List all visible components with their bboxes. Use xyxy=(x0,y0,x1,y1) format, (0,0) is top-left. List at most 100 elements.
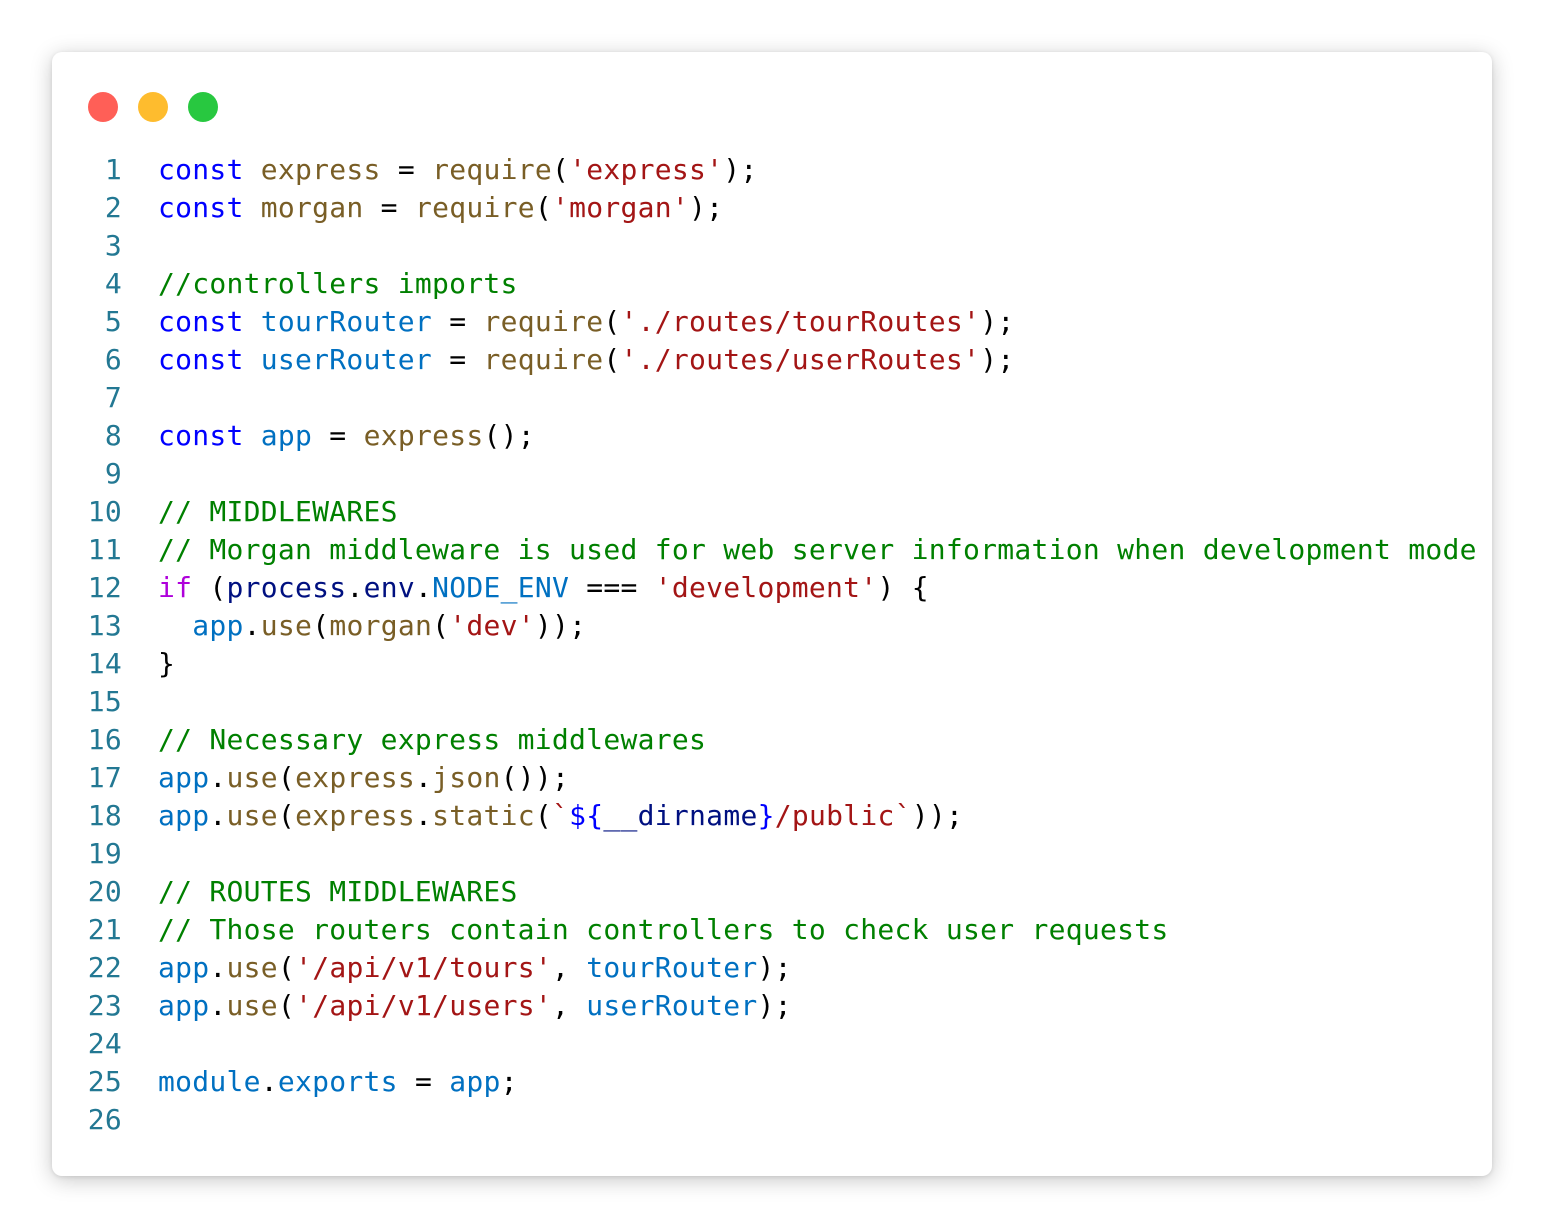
line-content: const app = express(); xyxy=(158,417,535,455)
code-token: use xyxy=(226,951,278,984)
code-token: const xyxy=(158,153,244,186)
code-line: 24 xyxy=(52,1025,1492,1063)
code-token: ( xyxy=(603,305,621,338)
line-content: app.use('/api/v1/tours', tourRouter); xyxy=(158,949,792,987)
code-token: // MIDDLEWARES xyxy=(158,495,398,528)
code-token: // ROUTES MIDDLEWARES xyxy=(158,875,518,908)
line-number: 4 xyxy=(104,267,122,300)
line-content: app.use(express.static(`${__dirname}/pub… xyxy=(158,797,963,835)
line-content: app.use('/api/v1/users', userRouter); xyxy=(158,987,792,1025)
code-token: use xyxy=(226,761,278,794)
code-token: json xyxy=(432,761,501,794)
code-token: , xyxy=(551,989,587,1022)
code-token: ( xyxy=(432,609,450,642)
code-token: } xyxy=(757,799,775,832)
code-token: ( xyxy=(551,153,570,186)
line-number: 13 xyxy=(87,609,122,642)
code-token: use xyxy=(260,609,313,642)
code-token: )); xyxy=(911,799,964,832)
code-token: ); xyxy=(757,989,792,1022)
code-token: // Necessary express middlewares xyxy=(158,723,707,756)
close-button[interactable] xyxy=(88,92,118,122)
line-number: 19 xyxy=(87,837,122,870)
code-token: use xyxy=(226,799,278,832)
code-line: 23 app.use('/api/v1/users', userRouter); xyxy=(52,987,1492,1025)
line-number: 25 xyxy=(87,1065,122,1098)
code-token: ); xyxy=(757,951,792,984)
line-number: 17 xyxy=(87,761,122,794)
code-line: 7 xyxy=(52,379,1492,417)
code-token: ; xyxy=(500,1065,518,1098)
code-token: '/api/v1/users' xyxy=(295,989,552,1022)
code-token: express xyxy=(295,761,415,794)
code-token: //controllers imports xyxy=(158,267,518,300)
line-number: 3 xyxy=(104,229,122,262)
code-token: ( xyxy=(534,191,552,224)
line-number: 6 xyxy=(104,343,122,376)
line-content: module.exports = app; xyxy=(158,1063,518,1101)
code-token: , xyxy=(551,951,587,984)
code-token: ` xyxy=(552,799,570,832)
code-token: /public` xyxy=(774,799,912,832)
code-window: 1 const express = require('express'); 2 con… xyxy=(52,52,1492,1176)
code-line: 8 const app = express(); xyxy=(52,417,1492,455)
line-number: 9 xyxy=(104,457,122,490)
line-number: 10 xyxy=(87,495,122,528)
code-token: = xyxy=(312,419,364,452)
line-content: // ROUTES MIDDLEWARES xyxy=(158,873,518,911)
code-token: express xyxy=(260,153,381,186)
code-line: 3 xyxy=(52,227,1492,265)
code-token: = xyxy=(432,343,484,376)
line-number: 7 xyxy=(104,381,122,414)
code-token: use xyxy=(226,989,278,1022)
code-line: 4 //controllers imports xyxy=(52,265,1492,303)
code-token: require xyxy=(432,153,552,186)
minimize-button[interactable] xyxy=(138,92,168,122)
code-token: tourRouter xyxy=(586,951,758,984)
line-number: 23 xyxy=(87,989,122,1022)
code-token: NODE_ENV xyxy=(432,571,570,604)
line-number: 14 xyxy=(87,647,122,680)
window-controls xyxy=(88,92,218,122)
code-token: // Those routers contain controllers to … xyxy=(158,913,1169,946)
code-token: process xyxy=(226,571,347,604)
code-line: 18 app.use(express.static(`${__dirname}/p… xyxy=(52,797,1492,835)
code-token: const xyxy=(158,343,244,376)
line-number: 5 xyxy=(104,305,122,338)
code-token: express xyxy=(363,419,484,452)
code-token: module xyxy=(158,1065,261,1098)
code-token: ( xyxy=(277,951,296,984)
code-token: ()); xyxy=(500,761,570,794)
code-token: app xyxy=(192,609,244,642)
code-token: . xyxy=(414,571,433,604)
code-token: './routes/userRoutes' xyxy=(620,343,981,376)
code-token: 'development' xyxy=(654,571,878,604)
code-token: ); xyxy=(723,153,758,186)
code-token: } xyxy=(158,647,176,680)
code-token: exports xyxy=(277,1065,398,1098)
line-number: 2 xyxy=(104,191,122,224)
line-content: // Morgan middleware is used for web ser… xyxy=(158,531,1477,569)
code-token: ) { xyxy=(877,571,929,604)
line-content: // Necessary express middlewares xyxy=(158,721,706,759)
code-token: = xyxy=(363,191,415,224)
code-line: 26 xyxy=(52,1101,1492,1139)
code-line: 6 const userRouter = require('./routes/us… xyxy=(52,341,1492,379)
code-line: 10 // MIDDLEWARES xyxy=(52,493,1492,531)
code-line: 2 const morgan = require('morgan'); xyxy=(52,189,1492,227)
code-token: require xyxy=(414,191,535,224)
code-token: require xyxy=(483,305,604,338)
code-token: tourRouter xyxy=(260,305,433,338)
code-editor[interactable]: 1 const express = require('express'); 2 con… xyxy=(52,151,1492,1139)
line-number: 15 xyxy=(87,685,122,718)
code-token: app xyxy=(449,1065,501,1098)
code-token: app xyxy=(260,419,313,452)
code-line: 21 // Those routers contain controllers t… xyxy=(52,911,1492,949)
maximize-button[interactable] xyxy=(188,92,218,122)
code-token: '/api/v1/tours' xyxy=(295,951,552,984)
code-token: (); xyxy=(483,419,535,452)
